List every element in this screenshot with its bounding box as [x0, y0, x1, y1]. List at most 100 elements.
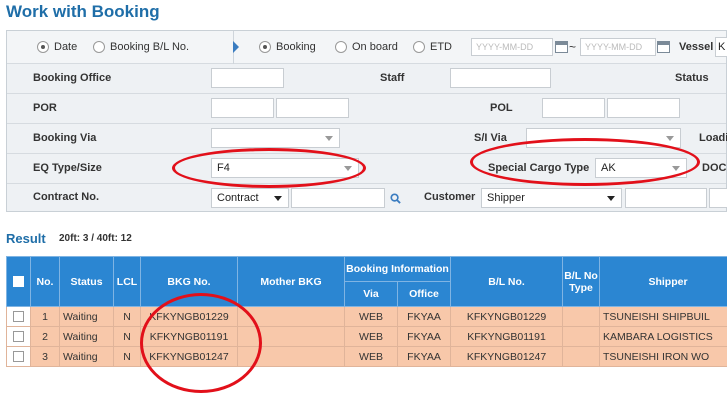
cell-mother-bkg: [237, 306, 345, 327]
special-cargo-type-select[interactable]: AK: [595, 158, 687, 178]
status-label: Status: [675, 72, 709, 84]
result-title: Result: [6, 231, 46, 246]
radio-booking[interactable]: Booking: [259, 41, 316, 53]
cell-bkg-no[interactable]: KFKYNGB01247: [140, 346, 238, 367]
pol-input[interactable]: [542, 98, 605, 118]
table-row[interactable]: 3 Waiting N KFKYNGB01247 WEB FKYAA KFKYN…: [6, 346, 727, 367]
cell-status: Waiting: [59, 326, 114, 347]
por-input[interactable]: [211, 98, 274, 118]
radio-label: Booking: [276, 41, 316, 53]
pol-label: POL: [490, 102, 513, 114]
cell-office: FKYAA: [396, 346, 452, 367]
cell-via: WEB: [344, 326, 398, 347]
contract-no-label: Contract No.: [33, 191, 99, 203]
radio-indicator[interactable]: [259, 41, 271, 53]
booking-office-input[interactable]: [211, 68, 284, 88]
staff-input[interactable]: [450, 68, 551, 88]
cell-bl-no: KFKYNGB01247: [450, 346, 564, 367]
search-mode-row: Date Booking B/L No. Booking On board ET…: [7, 31, 727, 64]
row-checkbox[interactable]: [13, 311, 24, 323]
pol-detail-input[interactable]: [607, 98, 680, 118]
date-to-input[interactable]: YYYY-MM-DD: [580, 38, 656, 56]
filter-row: POR POL: [7, 94, 726, 124]
vessel-input[interactable]: K: [715, 37, 727, 57]
calendar-icon[interactable]: [555, 41, 568, 53]
cell-via: WEB: [344, 346, 398, 367]
radio-booking-bl-no[interactable]: Booking B/L No.: [93, 41, 189, 53]
radio-indicator[interactable]: [413, 41, 425, 53]
radio-label: ETD: [430, 41, 452, 53]
cell-shipper: TSUNEISHI IRON WO: [599, 346, 727, 367]
loading-label: Loadi: [699, 132, 727, 144]
row-checkbox[interactable]: [13, 351, 24, 363]
radio-etd[interactable]: ETD: [413, 41, 452, 53]
contract-no-input[interactable]: [291, 188, 385, 208]
cell-no: 1: [30, 306, 60, 327]
cell-shipper: TSUNEISHI SHIPBUIL: [599, 306, 727, 327]
eq-type-size-label: EQ Type/Size: [33, 162, 102, 174]
calendar-icon[interactable]: [657, 41, 670, 53]
filter-row: Contract No. Contract Customer Shipper: [7, 184, 727, 212]
cell-bkg-no[interactable]: KFKYNGB01191: [140, 326, 238, 347]
radio-on-board[interactable]: On board: [335, 41, 398, 53]
row-checkbox[interactable]: [13, 331, 24, 343]
customer-type-select[interactable]: Shipper: [481, 188, 622, 208]
si-via-select[interactable]: [526, 128, 681, 148]
doc-label: DOC: [702, 162, 727, 174]
cell-status: Waiting: [59, 306, 114, 327]
date-from-input[interactable]: YYYY-MM-DD: [471, 38, 553, 56]
row-select-cell[interactable]: [6, 326, 31, 347]
search-panel: Date Booking B/L No. Booking On board ET…: [6, 30, 727, 212]
customer-code-input[interactable]: [625, 188, 707, 208]
radio-indicator[interactable]: [37, 41, 49, 53]
row-select-cell[interactable]: [6, 346, 31, 367]
radio-date[interactable]: Date: [37, 41, 77, 53]
cell-bl-type: [562, 306, 601, 327]
booking-office-label: Booking Office: [33, 72, 112, 84]
chevron-down-icon: [274, 196, 282, 201]
cell-office: FKYAA: [396, 306, 452, 327]
col-booking-information: Booking Information: [343, 256, 452, 282]
chevron-down-icon: [666, 136, 674, 141]
col-bl-no: B/L No.: [450, 256, 564, 307]
por-label: POR: [33, 102, 57, 114]
special-cargo-type-label: Special Cargo Type: [488, 162, 590, 174]
por-detail-input[interactable]: [276, 98, 349, 118]
customer-label: Customer: [424, 191, 476, 203]
cell-mother-bkg: [237, 326, 345, 347]
cell-bl-no: KFKYNGB01229: [450, 306, 564, 327]
cell-no: 3: [30, 346, 60, 367]
select-value: Shipper: [487, 192, 525, 204]
filter-row: Booking Via S/I Via Loadi: [7, 124, 727, 154]
result-counts: 20ft: 3 / 40ft: 12: [59, 233, 132, 244]
table-row[interactable]: 1 Waiting N KFKYNGB01229 WEB FKYAA KFKYN…: [6, 306, 727, 327]
cell-no: 2: [30, 326, 60, 347]
chevron-down-icon: [672, 166, 680, 171]
cell-lcl: N: [113, 326, 141, 347]
filter-row: EQ Type/Size F4 Special Cargo Type AK DO…: [7, 154, 726, 184]
row-select-cell[interactable]: [6, 306, 31, 327]
select-all-header[interactable]: [6, 256, 31, 307]
chevron-down-icon: [607, 196, 615, 201]
radio-indicator[interactable]: [335, 41, 347, 53]
cell-bkg-no[interactable]: KFKYNGB01229: [140, 306, 238, 327]
contract-type-select[interactable]: Contract: [211, 188, 289, 208]
cell-via: WEB: [344, 306, 398, 327]
eq-type-size-select[interactable]: F4: [211, 158, 359, 178]
chevron-down-icon: [325, 136, 333, 141]
col-bl-no-type: B/L No Type: [562, 256, 601, 307]
table-row[interactable]: 2 Waiting N KFKYNGB01191 WEB FKYAA KFKYN…: [6, 326, 727, 347]
chevron-down-icon: [344, 166, 352, 171]
select-all-checkbox[interactable]: [13, 276, 24, 288]
radio-indicator[interactable]: [93, 41, 105, 53]
col-no: No.: [30, 256, 60, 307]
search-icon[interactable]: [390, 193, 401, 204]
page-title: Work with Booking: [6, 2, 160, 21]
radio-label: On board: [352, 41, 398, 53]
booking-via-select[interactable]: [211, 128, 340, 148]
col-shipper: Shipper: [599, 256, 727, 307]
customer-name-input[interactable]: [709, 188, 727, 208]
cell-office: FKYAA: [396, 326, 452, 347]
select-value: AK: [601, 162, 616, 174]
cell-mother-bkg: [237, 346, 345, 367]
